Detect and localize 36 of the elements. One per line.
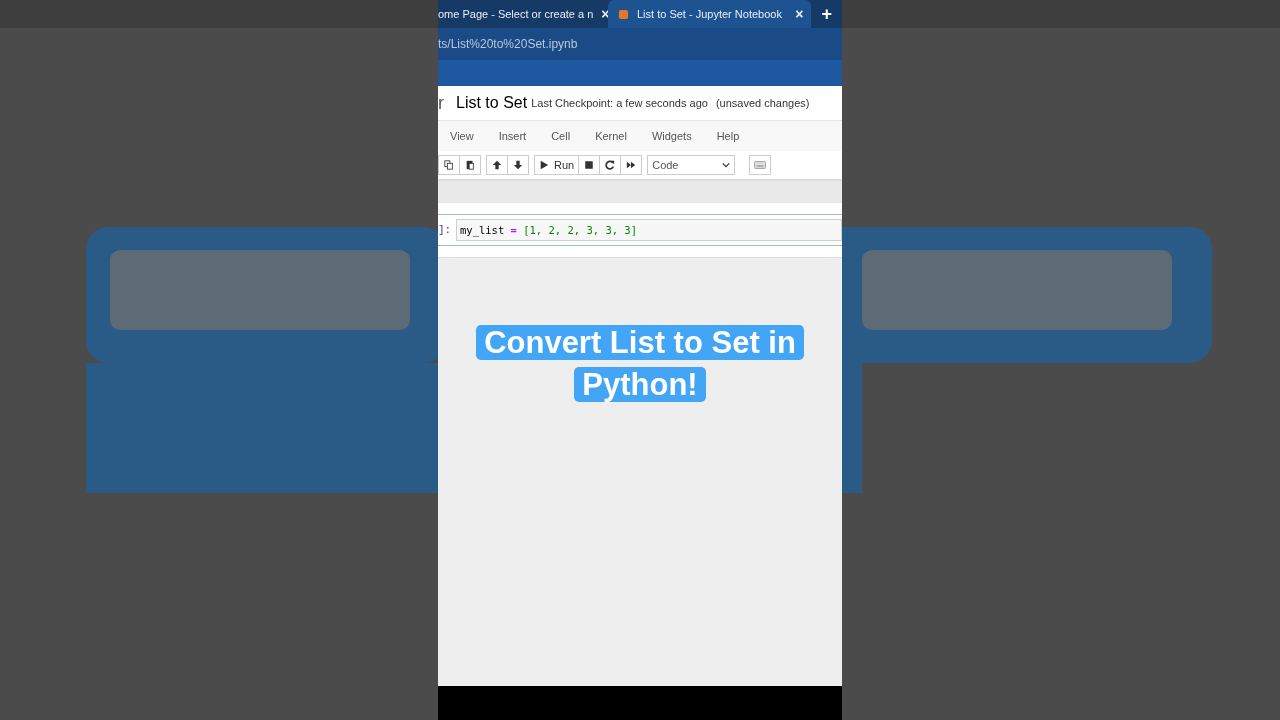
paste-icon [465,160,475,170]
toolbar-button[interactable] [599,155,622,175]
toolbar-button[interactable]: Run [534,155,580,175]
stop-icon [584,160,595,170]
arrow-up-icon [492,160,502,170]
toolbar-button[interactable] [507,155,529,175]
address-bar[interactable]: ts/List%20to%20Set.ipynb [438,28,842,60]
toolbar-button[interactable] [620,155,643,175]
menu-item[interactable]: Kernel [595,130,627,142]
checkpoint-text: Last Checkpoint: a few seconds ago [531,97,708,109]
menu-item[interactable]: Widgets [651,130,692,142]
close-button[interactable]: × [795,6,804,22]
browser-tab[interactable]: List to Set - Jupyter Notebook × [608,0,812,28]
arrow-down-icon [513,160,523,170]
caption-text: Convert List to Set in Python! [460,322,820,686]
chevron-down-icon [722,162,731,168]
menu-item[interactable]: Insert [498,130,527,142]
fast-forward-icon [626,160,637,170]
cell-type-dropdown[interactable]: Code [647,155,736,175]
notebook-title[interactable]: List to Set [456,94,528,112]
play-icon [539,160,549,170]
toolbar-button[interactable] [459,155,481,175]
new-tab-button[interactable]: + [811,0,842,28]
restart-icon [605,160,616,170]
menu-item[interactable]: Help [716,130,740,142]
cell-prompt: ]: [438,224,453,236]
logo-text: r [438,92,444,114]
save-status: (unsaved changes) [715,97,810,109]
toolbar-button[interactable] [486,155,508,175]
keyboard-icon [754,160,767,170]
toolbar-button[interactable] [578,155,601,175]
menu-item[interactable]: View [450,130,474,142]
toolbar-button[interactable] [438,155,460,175]
menu-item[interactable]: Cell [551,130,571,142]
code-cell[interactable]: my_list = [1, 2, 2, 3, 3, 3] [456,219,842,241]
copy-icon [444,160,454,170]
